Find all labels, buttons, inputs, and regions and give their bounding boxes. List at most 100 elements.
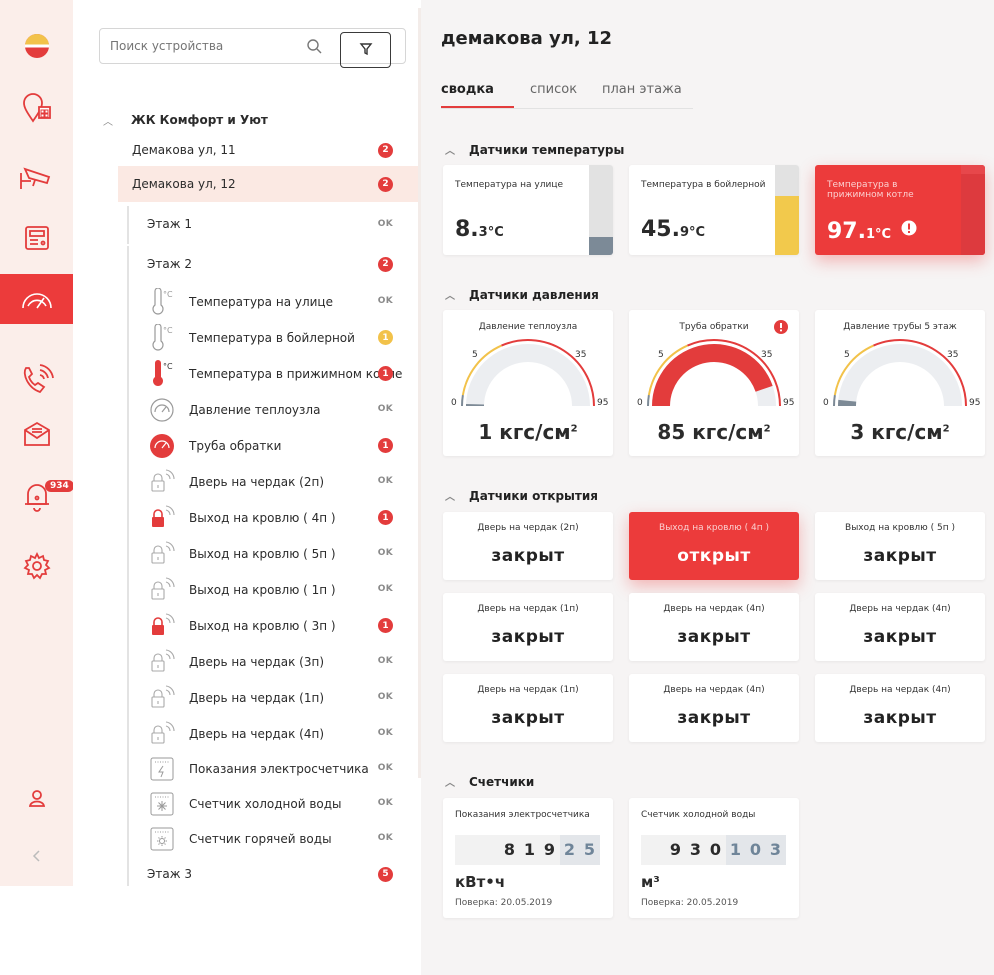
tree-connector	[127, 428, 129, 464]
door-sensor-card[interactable]: Дверь на чердак (4п) закрыт	[629, 593, 799, 661]
thermometer-icon: °C	[148, 324, 176, 352]
chevron-up-icon[interactable]: ︿	[445, 774, 455, 789]
building-label: Демакова ул, 12	[132, 177, 236, 191]
tree-building-row[interactable]: Демакова ул, 11 2	[118, 132, 418, 168]
settings-gear-icon[interactable]	[0, 542, 73, 590]
collapse-chevron-icon[interactable]	[0, 832, 73, 880]
device-row[interactable]: Выход на кровлю ( 4п ) 1	[73, 500, 418, 536]
door-sensor-card[interactable]: Дверь на чердак (1п) закрыт	[443, 593, 613, 661]
thermometer-icon: °C	[148, 288, 176, 316]
gauge-zone-low	[832, 394, 836, 407]
sensor-name: Температура на улице	[455, 180, 563, 190]
device-label: Выход на кровлю ( 3п )	[189, 619, 336, 633]
dashboard-gauge-icon[interactable]	[0, 274, 73, 324]
section-meters-header[interactable]: ︿ Счетчики	[445, 774, 534, 790]
tree-floor-row[interactable]: Этаж 1 OK	[133, 206, 418, 242]
map-property-icon[interactable]	[0, 84, 73, 132]
control-panel-icon[interactable]	[0, 214, 73, 262]
device-label: Выход на кровлю ( 5п )	[189, 547, 336, 561]
meter-card[interactable]: Показания электросчетчика 8 1 9 2 5 кВт•ч Повер…	[443, 798, 613, 918]
temperature-level-fill	[589, 237, 613, 255]
alarm-count-badge: 1	[378, 438, 393, 453]
device-row[interactable]: Дверь на чердак (2п) OK	[73, 464, 418, 500]
device-row[interactable]: Выход на кровлю ( 1п ) OK	[73, 572, 418, 608]
device-row[interactable]: Дверь на чердак (4п) OK	[73, 716, 418, 752]
tree-connector	[127, 854, 129, 886]
gauge-tick-label: 5	[844, 350, 850, 360]
door-state: закрыт	[491, 546, 565, 566]
device-label: Выход на кровлю ( 1п )	[189, 583, 336, 597]
tree-building-row-selected[interactable]: Демакова ул, 12 2	[118, 166, 418, 202]
tree-connector	[127, 284, 129, 320]
device-row[interactable]: °C Температура в бойлерной 1	[73, 320, 418, 356]
door-sensor-card[interactable]: Дверь на чердак (2п) закрыт	[443, 512, 613, 580]
tree-floor-row[interactable]: Этаж 2 2	[133, 246, 418, 282]
logo-icon	[0, 22, 73, 70]
tree-connector	[127, 536, 129, 572]
door-sensor-card[interactable]: Дверь на чердак (4п) закрыт	[815, 593, 985, 661]
alarm-count-badge: 2	[378, 176, 393, 192]
svg-text:°C: °C	[163, 362, 173, 371]
lock-closed-icon	[148, 684, 176, 712]
device-row[interactable]: Дверь на чердак (3п) OK	[73, 644, 418, 680]
section-pressure-header[interactable]: ︿ Датчики давления	[445, 287, 599, 303]
device-row[interactable]: Выход на кровлю ( 3п ) 1	[73, 608, 418, 644]
temperature-level-bar	[775, 165, 799, 255]
device-row[interactable]: °C Температура в прижимном котле 1	[73, 356, 418, 392]
pressure-value-text: 1 кгс/см	[478, 420, 571, 444]
device-row[interactable]: Счетчик горячей воды OK	[73, 821, 418, 857]
chevron-up-icon[interactable]: ︿	[103, 113, 113, 128]
floor-label: Этаж 3	[147, 867, 192, 881]
device-row[interactable]: Давление теплоузла OK	[73, 392, 418, 428]
search-icon[interactable]	[306, 38, 322, 58]
pressure-unit-exponent: 2	[763, 423, 771, 435]
device-row[interactable]: Счетчик холодной воды OK	[73, 786, 418, 822]
meter-card[interactable]: Счетчик холодной воды 9 3 0 1 0 3 м³ Поверка: 20…	[629, 798, 799, 918]
camera-icon[interactable]	[0, 154, 73, 202]
alarm-count-badge: 1	[378, 366, 393, 381]
device-row[interactable]: Показания электросчетчика OK	[73, 751, 418, 787]
phone-call-icon[interactable]	[0, 356, 73, 404]
tab-summary[interactable]: сводка	[441, 82, 494, 97]
pressure-card[interactable]: Давление теплоузла 0 5 35 95 1 кгс/см2	[443, 310, 613, 456]
temperature-card[interactable]: Температура в прижимном котле 97.1°C	[815, 165, 985, 255]
device-label: Давление теплоузла	[189, 403, 321, 417]
chevron-up-icon[interactable]: ︿	[445, 142, 455, 157]
pressure-value-text: 85 кгс/см	[657, 420, 764, 444]
user-profile-icon[interactable]	[0, 774, 73, 822]
tab-list[interactable]: список	[530, 82, 577, 97]
device-row[interactable]: Выход на кровлю ( 5п ) OK	[73, 536, 418, 572]
device-label: Дверь на чердак (1п)	[189, 691, 324, 705]
lock-closed-icon	[148, 720, 176, 748]
tree-floor-row[interactable]: Этаж 3 5	[133, 856, 418, 892]
chevron-up-icon[interactable]: ︿	[445, 488, 455, 503]
mail-icon[interactable]	[0, 410, 73, 458]
temperature-card[interactable]: Температура в бойлерной 45.9°C	[629, 165, 799, 255]
section-temperature-header[interactable]: ︿ Датчики температуры	[445, 142, 624, 158]
section-doors-header[interactable]: ︿ Датчики открытия	[445, 488, 598, 504]
pressure-card[interactable]: Труба обратки 0 5 35 95 85 кгс/см2	[629, 310, 799, 456]
device-row[interactable]: °C Температура на улице OK	[73, 284, 418, 320]
pressure-card[interactable]: Давление трубы 5 этаж 0 5 35 95 3 кгс/см2	[815, 310, 985, 456]
meter-digit: 8	[503, 840, 517, 859]
temperature-card[interactable]: Температура на улице 8.3°C	[443, 165, 613, 255]
door-sensor-card[interactable]: Выход на кровлю ( 4п ) открыт	[629, 512, 799, 580]
door-sensor-card[interactable]: Дверь на чердак (1п) закрыт	[443, 674, 613, 742]
door-sensor-card[interactable]: Дверь на чердак (4п) закрыт	[629, 674, 799, 742]
door-sensor-card[interactable]: Выход на кровлю ( 5п ) закрыт	[815, 512, 985, 580]
tab-floor-plan[interactable]: план этажа	[602, 82, 682, 97]
door-state: закрыт	[863, 627, 937, 647]
door-sensor-card[interactable]: Дверь на чердак (4п) закрыт	[815, 674, 985, 742]
chevron-up-icon[interactable]: ︿	[445, 287, 455, 302]
meter-digit-fraction: 5	[580, 835, 600, 865]
meter-name: Показания электросчетчика	[455, 810, 590, 820]
device-row[interactable]: Труба обратки 1	[73, 428, 418, 464]
filter-button[interactable]	[340, 32, 391, 68]
search-input[interactable]	[110, 39, 310, 53]
svg-text:°C: °C	[163, 326, 173, 335]
building-label: Демакова ул, 11	[132, 143, 236, 157]
device-row[interactable]: Дверь на чердак (1п) OK	[73, 680, 418, 716]
status-ok: OK	[377, 798, 393, 808]
device-label: Температура на улице	[189, 295, 333, 309]
gauge-tick-label: 0	[451, 398, 457, 408]
